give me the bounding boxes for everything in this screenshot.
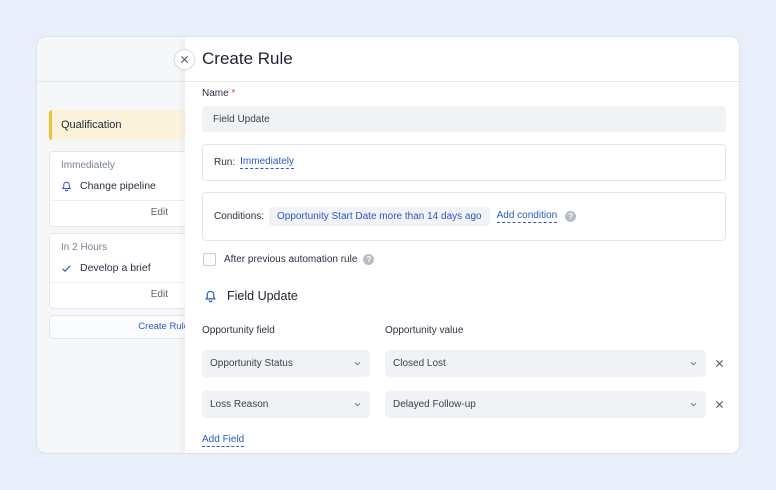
column-header-field: Opportunity field <box>202 325 275 336</box>
chevron-down-icon <box>354 361 361 366</box>
rule-action-label: Develop a brief <box>80 262 151 274</box>
opportunity-field-select[interactable]: Opportunity Status <box>202 350 370 377</box>
drawer-title: Create Rule <box>202 49 293 68</box>
rule-action: Develop a brief <box>50 256 198 282</box>
edit-button[interactable]: Edit <box>50 200 198 226</box>
check-icon <box>62 265 71 273</box>
drawer-header: Create Rule <box>174 37 739 82</box>
opportunity-field-select[interactable]: Loss Reason <box>202 391 370 418</box>
close-button[interactable] <box>174 49 195 70</box>
opportunity-value-select[interactable]: Closed Lost <box>385 350 706 377</box>
select-value: Loss Reason <box>210 399 269 410</box>
conditions-box: Conditions: Opportunity Start Date more … <box>202 192 726 241</box>
rule-action: Change pipeline <box>50 174 198 200</box>
rule-timing: Immediately <box>61 160 115 171</box>
stage-qualification[interactable]: Qualification <box>49 110 199 140</box>
help-icon[interactable]: ? <box>363 254 375 265</box>
required-mark: * <box>231 88 236 99</box>
select-value: Delayed Follow-up <box>393 399 476 410</box>
name-label-text: Name <box>202 88 229 99</box>
help-icon[interactable]: ? <box>565 211 577 222</box>
bell-icon <box>205 290 216 302</box>
after-previous-checkbox[interactable] <box>203 253 216 266</box>
section-title: Field Update <box>227 289 298 303</box>
close-icon <box>180 55 189 64</box>
name-label: Name * <box>202 88 235 99</box>
create-rule-link[interactable]: Create Rule <box>49 315 199 339</box>
rule-action-label: Change pipeline <box>80 180 156 192</box>
app-frame: Qualification Immediately Change pipelin… <box>36 36 740 454</box>
remove-row-icon[interactable] <box>715 359 724 368</box>
opportunity-value-select[interactable]: Delayed Follow-up <box>385 391 706 418</box>
rule-card: In 2 Hours Develop a brief Edit <box>49 233 199 309</box>
name-input[interactable]: Field Update <box>202 106 726 132</box>
run-label: Run: <box>214 157 236 168</box>
chevron-down-icon <box>690 402 697 407</box>
add-condition-link[interactable]: Add condition <box>496 210 558 223</box>
column-header-value: Opportunity value <box>385 325 464 336</box>
condition-chip[interactable]: Opportunity Start Date more than 14 days… <box>269 207 490 226</box>
left-divider <box>37 81 187 82</box>
remove-row-icon[interactable] <box>715 400 724 409</box>
after-previous-label: After previous automation rule <box>224 254 358 265</box>
create-rule-drawer: Create Rule Name * Field Update Run: Imm… <box>174 37 739 453</box>
section-header: Field Update <box>204 289 298 303</box>
conditions-label: Conditions: <box>214 211 265 222</box>
chevron-down-icon <box>690 361 697 366</box>
after-previous-row: After previous automation rule ? <box>224 254 375 265</box>
rule-timing: In 2 Hours <box>61 242 108 253</box>
add-field-link[interactable]: Add Field <box>202 434 245 447</box>
run-box: Run: Immediately <box>202 144 726 181</box>
rule-card: Immediately Change pipeline Edit <box>49 151 199 227</box>
add-field-row: Add Field <box>202 434 245 447</box>
select-value: Closed Lost <box>393 358 446 369</box>
run-value-link[interactable]: Immediately <box>240 156 295 169</box>
chevron-down-icon <box>354 402 361 407</box>
select-value: Opportunity Status <box>210 358 293 369</box>
edit-button[interactable]: Edit <box>50 282 198 308</box>
bell-icon <box>61 181 72 192</box>
